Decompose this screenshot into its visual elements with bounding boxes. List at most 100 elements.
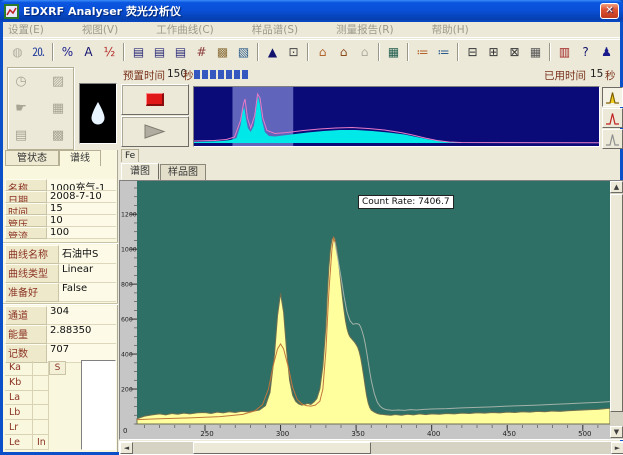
stop-measure-button[interactable]	[121, 84, 189, 115]
prop-row: 准备好False	[5, 283, 116, 302]
prop-row: 日期2008-7-10	[5, 191, 116, 203]
timer-20-icon[interactable]: ⒛	[28, 42, 49, 62]
y-tick-label: 400	[121, 352, 133, 359]
measure-control-group: ◷▨☛▦▤▩	[7, 67, 74, 150]
list-settings-icon[interactable]: ≔	[412, 42, 433, 62]
toolbar-separator	[257, 43, 259, 61]
element-column: S	[49, 361, 67, 450]
progress-segment	[242, 70, 248, 79]
element-indicator: Fe	[121, 149, 139, 162]
print-setup-icon[interactable]: ⊠	[504, 42, 525, 62]
export-home-icon[interactable]: ⌂	[333, 42, 354, 62]
tab-spectrum-chart[interactable]: 谱图	[121, 163, 159, 180]
rename-curve-icon[interactable]: ▤	[170, 42, 191, 62]
peak-triangle-icon[interactable]: ▲	[262, 42, 283, 62]
menu-working-curve[interactable]: 工作曲线(C)	[156, 22, 214, 37]
prop-row: 能量2.88350	[5, 325, 116, 344]
red-peak-button[interactable]	[602, 108, 623, 128]
close-button[interactable]: ✕	[600, 3, 619, 19]
doc-button: ▤	[10, 124, 32, 146]
element-listbox[interactable]	[81, 360, 116, 450]
delete-curve-icon[interactable]: ▤	[149, 42, 170, 62]
tab-tube-status[interactable]: 管状态	[5, 150, 59, 166]
list-options-icon[interactable]: ≔	[433, 42, 454, 62]
prop-row: 曲线类型Linear	[5, 264, 116, 283]
progress-segment	[234, 70, 240, 79]
tab-sample-chart[interactable]: 样品图	[160, 164, 206, 180]
scroll-left-button[interactable]: ◄	[120, 442, 133, 454]
toolbar: ◍⒛%A½▤▤▤#▩▧▲⊡⌂⌂⌂▦≔≔⊟⊞⊠▦▥?♟	[3, 39, 620, 63]
horizontal-scroll-thumb[interactable]	[193, 442, 371, 454]
sample-indicator	[79, 83, 117, 144]
elapsed-time-label: 已用时间	[544, 68, 586, 83]
progress-segment	[202, 70, 208, 79]
y-tick-label: 1200	[121, 212, 137, 219]
clock-button: ◷	[10, 70, 32, 92]
gray-peak-button[interactable]	[602, 129, 623, 149]
import-home-icon[interactable]: ⌂	[312, 42, 333, 62]
chart-image-icon[interactable]: ▧	[233, 42, 254, 62]
prop-row: 名称1000充气-1	[5, 179, 116, 191]
calculator-icon[interactable]: ▦	[525, 42, 546, 62]
spectrum-chart: 250300350400450500200400600800100012000 …	[119, 180, 623, 440]
y-zero-label: 0	[123, 427, 127, 435]
menu-measure-report[interactable]: 测量报告(R)	[336, 22, 394, 37]
horizontal-scrollbar[interactable]: ◄ ►	[119, 441, 623, 455]
preset-time-unit: 秒	[183, 68, 194, 83]
print-preview-icon[interactable]: ⊞	[483, 42, 504, 62]
yellow-peak-button[interactable]	[602, 87, 623, 107]
hatch-b-button: ▦	[47, 97, 69, 119]
toolbar-separator	[307, 43, 309, 61]
toolbar-separator	[457, 43, 459, 61]
menu-view[interactable]: 视图(V)	[82, 22, 118, 37]
toolbar-separator	[407, 43, 409, 61]
element-column-header: S	[49, 361, 66, 375]
start-measure-button[interactable]	[121, 116, 189, 147]
scroll-right-button[interactable]: ►	[611, 442, 623, 454]
progress-segment	[194, 70, 200, 79]
new-curve-icon[interactable]: ▤	[128, 42, 149, 62]
exit-icon[interactable]: ♟	[596, 42, 617, 62]
grid-icon[interactable]: #	[191, 42, 212, 62]
vertical-scrollbar[interactable]: ▲ ▼	[610, 181, 623, 439]
app-icon	[4, 4, 19, 19]
peak-icon	[604, 111, 621, 126]
log-book-icon[interactable]: ▥	[554, 42, 575, 62]
print-icon[interactable]: ⊟	[462, 42, 483, 62]
y-tick-label: 1000	[121, 247, 137, 254]
peak-icon	[604, 90, 621, 105]
region-select-icon[interactable]: ▩	[212, 42, 233, 62]
fraction-red-icon[interactable]: ½	[99, 42, 120, 62]
menu-settings[interactable]: 设置(E)	[8, 22, 44, 37]
scroll-up-button[interactable]: ▲	[610, 181, 623, 193]
progress-bar	[194, 70, 248, 79]
count-rate-annotation: Count Rate: 7406.7	[358, 195, 454, 209]
stamp-button: ☛	[10, 97, 32, 119]
scroll-down-button[interactable]: ▼	[610, 426, 623, 438]
context-help-icon[interactable]: ?	[575, 42, 596, 62]
window-arrange-icon[interactable]: ⊡	[283, 42, 304, 62]
x-tick-label: 450	[503, 430, 516, 438]
elapsed-time-unit: 秒	[605, 68, 616, 83]
progress-segment	[210, 70, 216, 79]
elapsed-time-value: 15	[590, 68, 603, 80]
menu-help[interactable]: 帮助(H)	[432, 22, 469, 37]
home-disabled-icon: ⌂	[354, 42, 375, 62]
prop-row: 时间15	[5, 203, 116, 215]
prop-row: 通道304	[5, 306, 116, 325]
percent-calibrate-icon[interactable]: %	[57, 42, 78, 62]
stop-icon	[146, 93, 164, 106]
title-bar: EDXRF Analyser 荧光分析仪 ✕	[0, 0, 623, 22]
menu-sample-spectrum[interactable]: 样品谱(S)	[252, 22, 298, 37]
calculator-green-icon[interactable]: ▦	[383, 42, 404, 62]
window-title: EDXRF Analyser 荧光分析仪	[23, 3, 181, 19]
hatch-a-button: ▨	[47, 70, 69, 92]
y-tick-label: 200	[121, 387, 133, 394]
element-lines-table: Ka Kb La Lb Lr LeIn	[5, 361, 49, 450]
auto-scale-a-icon[interactable]: A	[78, 42, 99, 62]
measure-icon: ◍	[7, 42, 28, 62]
sidebar: 管状态 谱线 名称1000充气-1 日期2008-7-10 时间15 管压10 …	[3, 150, 118, 452]
tab-spectral-line[interactable]: 谱线	[59, 150, 101, 166]
plot-area	[137, 181, 610, 424]
vertical-scroll-thumb[interactable]	[610, 194, 623, 412]
